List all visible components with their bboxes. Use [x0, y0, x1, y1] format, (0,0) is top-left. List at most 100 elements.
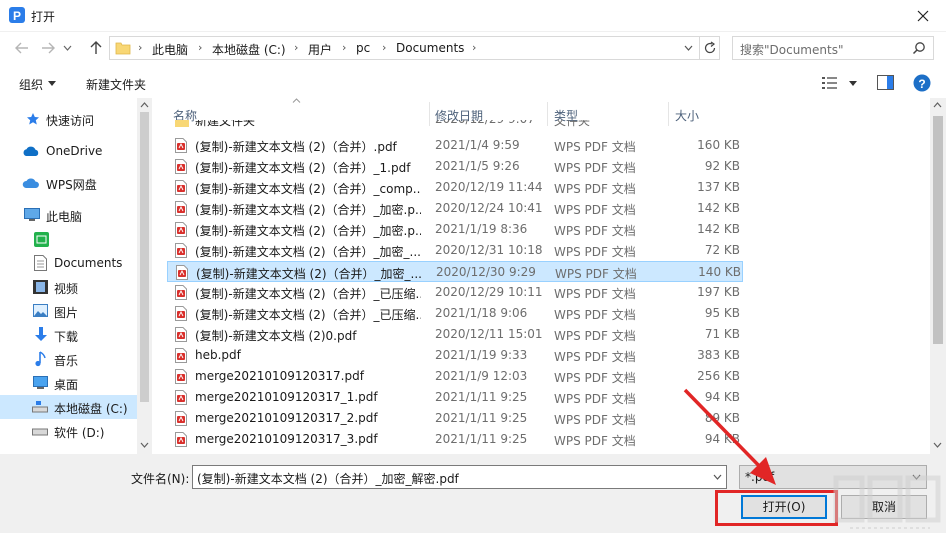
file-date: 2021/1/18 9:06 — [435, 306, 528, 320]
sidebar-item-pictures[interactable]: 图片 — [0, 299, 138, 323]
pdf-file-icon — [175, 222, 187, 237]
sidebar-item-label: OneDrive — [46, 144, 103, 158]
file-list: 名称 修改日期 类型 大小 新建文件夹 2020/12/29 9:07 文件夹 … — [152, 98, 930, 454]
music-icon — [35, 351, 46, 367]
table-row[interactable]: merge20210109120317_2.pdf 2021/1/11 9:25 W… — [167, 408, 743, 429]
sidebar-item-onedrive[interactable]: OneDrive — [0, 139, 138, 163]
chevron-down-icon — [63, 45, 71, 51]
arrow-up-icon — [90, 41, 102, 54]
scroll-down-arrow-icon[interactable] — [140, 442, 149, 448]
table-row[interactable]: (复制)-新建文本文档 (2)（合并）_已压缩... 2020/12/29 10:… — [167, 282, 743, 303]
breadcrumb-pc[interactable]: pc — [356, 41, 370, 55]
file-name: (复制)-新建文本文档 (2)（合并）_加密.p... — [195, 224, 421, 238]
search-input[interactable]: 搜索"Documents" — [732, 36, 934, 60]
table-row[interactable]: (复制)-新建文本文档 (2)（合并）_加密_... 2020/12/31 10:… — [167, 240, 743, 261]
sidebar-item-music[interactable]: 音乐 — [0, 347, 138, 371]
table-row[interactable]: (复制)-新建文本文档 (2)0.pdf 2020/12/11 15:01 WPS … — [167, 324, 743, 345]
file-size: 72 KB — [704, 243, 740, 257]
sidebar-item-quick-access[interactable]: 快速访问 — [0, 107, 138, 131]
filename-label: 文件名(N): — [131, 472, 190, 486]
table-row[interactable]: (复制)-新建文本文档 (2)（合并）_comp... 2020/12/19 11… — [167, 177, 743, 198]
back-button[interactable] — [12, 38, 32, 58]
sidebar-item-documents[interactable]: Documents — [0, 251, 138, 275]
pdf-file-icon — [175, 159, 187, 174]
organize-button[interactable]: 组织 — [19, 76, 43, 93]
table-row[interactable]: merge20210109120317_1.pdf 2021/1/11 9:25 W… — [167, 387, 743, 408]
sidebar-item-desktop[interactable]: 桌面 — [0, 371, 138, 395]
breadcrumb-this-pc[interactable]: 此电脑 — [152, 41, 188, 58]
up-button[interactable] — [86, 38, 106, 58]
table-row[interactable]: heb.pdf 2021/1/19 9:33 WPS PDF 文档 383 KB — [167, 345, 743, 366]
red-arrow-annotation — [683, 388, 776, 485]
table-row[interactable]: (复制)-新建文本文档 (2)（合并）_已压缩... 2021/1/18 9:06… — [167, 303, 743, 324]
file-list-scrollbar[interactable] — [930, 98, 946, 454]
file-type: WPS PDF 文档 — [554, 434, 636, 448]
search-icon — [912, 42, 925, 55]
table-row[interactable]: merge20210109120317.pdf 2021/1/9 12:03 WPS… — [167, 366, 743, 387]
sidebar-item-videos[interactable]: 视频 — [0, 275, 138, 299]
filename-input[interactable]: (复制)-新建文本文档 (2)（合并）_加密_解密.pdf — [192, 465, 727, 489]
table-row[interactable]: (复制)-新建文本文档 (2)（合并）_加密.p... 2021/1/19 8:3… — [167, 219, 743, 240]
forward-button[interactable] — [38, 38, 58, 58]
file-date: 2020/12/29 10:11 — [435, 285, 543, 299]
table-row[interactable]: (复制)-新建文本文档 (2)（合并）_加密_... 2020/12/30 9:2… — [167, 261, 743, 282]
file-name: (复制)-新建文本文档 (2)（合并）_comp... — [195, 182, 421, 196]
file-type: WPS PDF 文档 — [554, 182, 636, 196]
scroll-up-arrow-icon[interactable] — [140, 102, 149, 108]
folder-row-partial[interactable]: 新建文件夹 2020/12/29 9:07 文件夹 — [167, 120, 743, 132]
breadcrumb-users[interactable]: 用户 — [308, 41, 332, 58]
sidebar-item-software-d[interactable]: 软件 (D:) — [0, 419, 138, 443]
file-date: 2020/12/31 10:18 — [435, 243, 543, 257]
breadcrumb-separator-icon[interactable]: › — [472, 41, 476, 54]
arrow-right-icon — [42, 42, 55, 54]
file-type: WPS PDF 文档 — [554, 413, 636, 427]
pdf-file-icon — [175, 285, 187, 300]
scroll-down-arrow-icon[interactable] — [933, 442, 942, 448]
breadcrumb-separator-icon[interactable]: › — [138, 41, 142, 54]
breadcrumb-separator-icon[interactable]: › — [294, 41, 298, 54]
pdf-file-icon — [175, 201, 187, 216]
file-name: merge20210109120317_1.pdf — [195, 390, 378, 404]
sidebar-item-wps-cloud[interactable]: WPS网盘 — [0, 171, 138, 195]
sidebar-item-app[interactable] — [0, 227, 138, 251]
recent-locations-button[interactable] — [60, 38, 74, 58]
scroll-thumb[interactable] — [933, 116, 943, 344]
file-size: 256 KB — [697, 369, 740, 383]
file-type: WPS PDF 文档 — [554, 371, 636, 385]
sidebar-scrollbar[interactable] — [137, 98, 152, 454]
new-folder-button[interactable]: 新建文件夹 — [86, 76, 146, 93]
sidebar-item-local-disk-c[interactable]: 本地磁盘 (C:) — [0, 395, 138, 419]
sidebar-item-this-pc[interactable]: 此电脑 — [0, 203, 138, 227]
caret-down-icon[interactable] — [849, 81, 857, 86]
help-icon[interactable]: ? — [913, 74, 931, 92]
view-details-icon[interactable] — [822, 76, 838, 90]
folder-icon — [115, 42, 131, 55]
file-size: 160 KB — [697, 138, 740, 152]
table-row[interactable]: (复制)-新建文本文档 (2)（合并）_加密.p... 2020/12/24 10… — [167, 198, 743, 219]
filename-value: (复制)-新建文本文档 (2)（合并）_加密_解密.pdf — [197, 472, 459, 486]
pdf-file-icon — [175, 327, 187, 342]
breadcrumb-local-disk-c[interactable]: 本地磁盘 (C:) — [212, 41, 286, 58]
address-bar[interactable]: › 此电脑 › 本地磁盘 (C:) › 用户 › pc › Documents … — [109, 36, 720, 60]
table-row[interactable]: (复制)-新建文本文档 (2)（合并）.pdf 2021/1/4 9:59 WPS … — [167, 135, 743, 156]
refresh-icon[interactable] — [703, 41, 717, 55]
file-date: 2020/12/19 11:44 — [435, 180, 543, 194]
chevron-down-icon[interactable] — [684, 45, 693, 51]
file-type: WPS PDF 文档 — [554, 161, 636, 175]
star-icon — [27, 113, 39, 125]
close-button[interactable] — [900, 0, 946, 32]
table-row[interactable]: merge20210109120317_3.pdf 2021/1/11 9:25 W… — [167, 429, 743, 450]
caret-down-icon — [48, 81, 56, 86]
file-date: 2020/12/11 15:01 — [435, 327, 543, 341]
breadcrumb-documents[interactable]: Documents — [396, 41, 464, 55]
scroll-up-arrow-icon[interactable] — [933, 102, 942, 108]
table-row[interactable]: (复制)-新建文本文档 (2)（合并）_1.pdf 2021/1/5 9:26 WP… — [167, 156, 743, 177]
file-name: (复制)-新建文本文档 (2)（合并）_已压缩... — [195, 308, 421, 322]
breadcrumb-separator-icon[interactable]: › — [382, 41, 386, 54]
preview-pane-icon[interactable] — [877, 75, 894, 90]
sidebar-item-downloads[interactable]: 下载 — [0, 323, 138, 347]
breadcrumb-separator-icon[interactable]: › — [198, 41, 202, 54]
sidebar-item-label: 图片 — [54, 306, 79, 320]
file-name: (复制)-新建文本文档 (2)（合并）.pdf — [195, 140, 397, 154]
breadcrumb-separator-icon[interactable]: › — [342, 41, 346, 54]
